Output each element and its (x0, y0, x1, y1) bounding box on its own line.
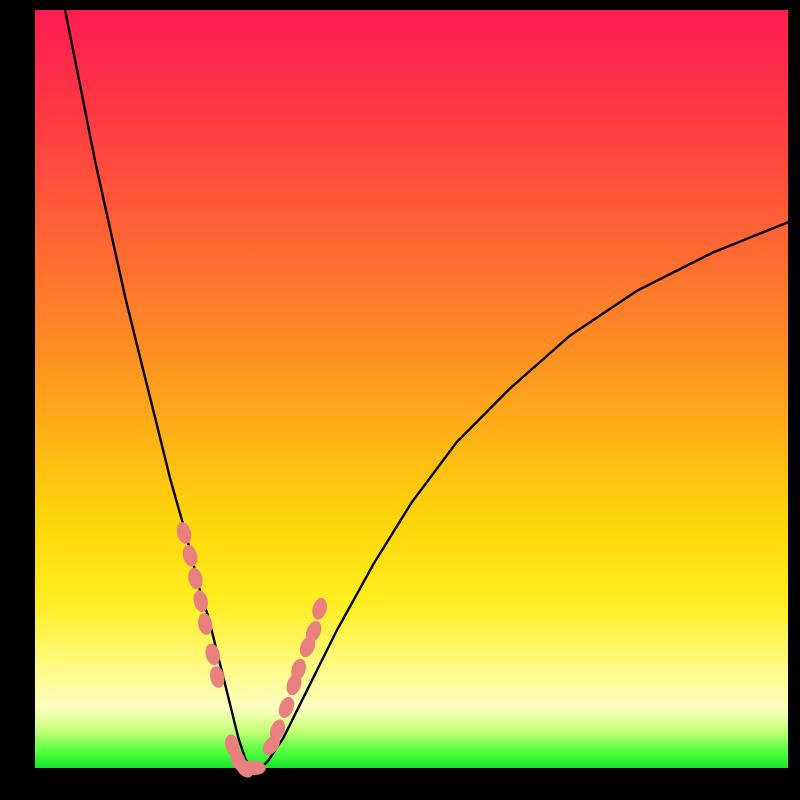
highlight-dot (310, 596, 329, 621)
highlight-dot (175, 521, 194, 546)
highlight-dot (186, 566, 205, 591)
curve-svg (35, 10, 788, 768)
highlight-dots-group (175, 521, 330, 781)
chart-frame: TheBottleneck.com (0, 0, 800, 800)
highlight-dot (244, 761, 266, 775)
highlight-dot (208, 665, 226, 689)
plot-area (35, 10, 788, 768)
highlight-dot (181, 543, 200, 568)
bottleneck-curve (65, 10, 788, 768)
